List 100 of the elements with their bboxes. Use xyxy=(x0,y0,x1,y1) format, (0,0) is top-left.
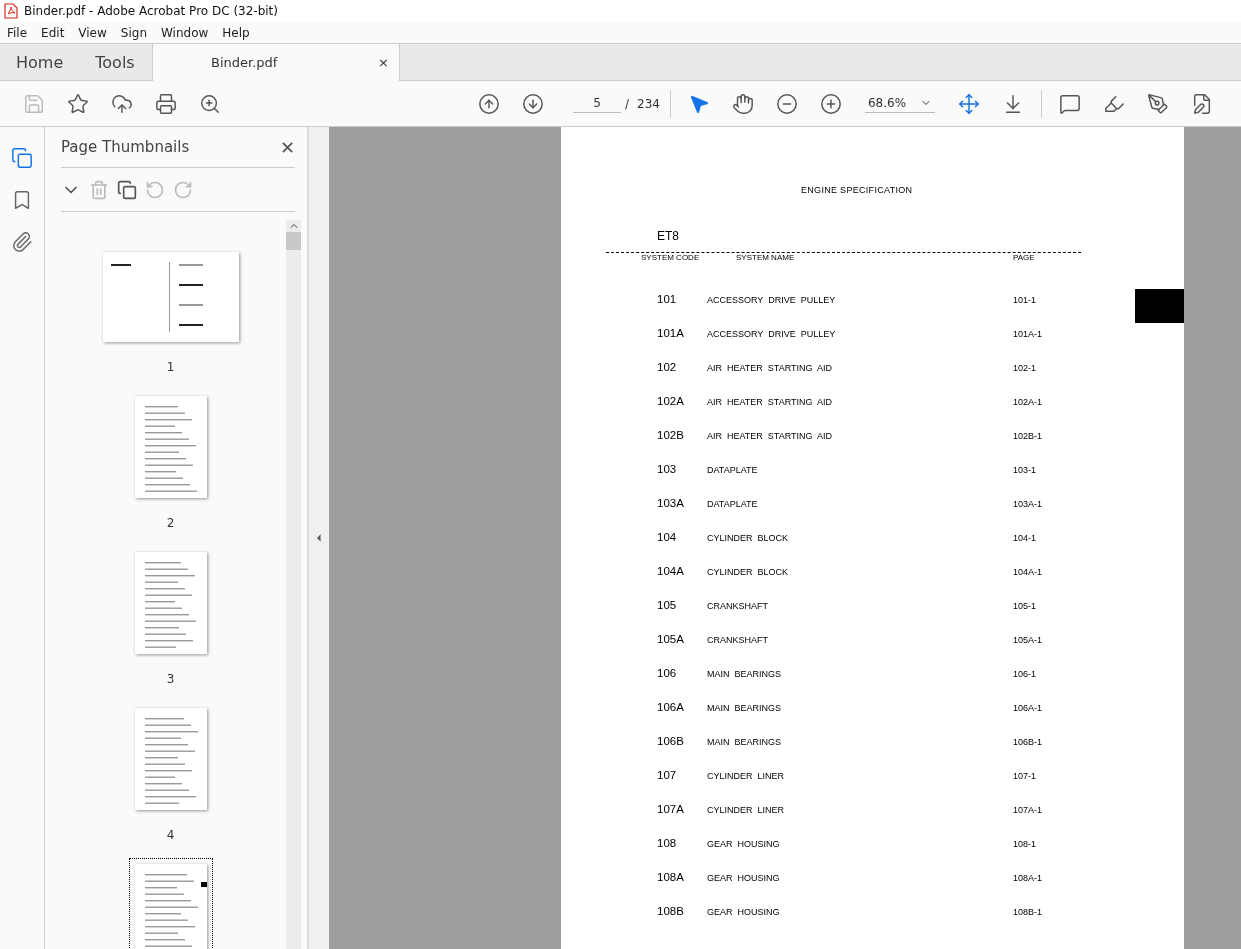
system-name: GEAR HOUSING xyxy=(707,838,781,849)
page-reference: 107A-1 xyxy=(1013,804,1044,815)
star-icon[interactable] xyxy=(67,92,89,115)
menu-item[interactable]: View xyxy=(71,25,114,40)
column-header: SYSTEM NAME xyxy=(736,253,796,262)
menu-item[interactable]: Help xyxy=(215,25,257,40)
system-name: CRANKSHAFT xyxy=(707,634,769,645)
print-icon[interactable] xyxy=(155,92,177,115)
page-reference: 106A-1 xyxy=(1013,702,1044,713)
system-code: 101A xyxy=(657,327,685,339)
zoom-out-icon[interactable] xyxy=(775,92,798,115)
close-tab-button[interactable]: × xyxy=(378,55,389,70)
system-code: 108B xyxy=(657,905,685,917)
search-icon[interactable] xyxy=(199,92,221,115)
page-reference: 105-1 xyxy=(1013,600,1038,611)
page-thumbnail[interactable] xyxy=(102,252,239,342)
system-code: 101 xyxy=(657,293,678,305)
cloud-upload-icon[interactable] xyxy=(111,92,133,115)
page-thumbnail[interactable] xyxy=(134,864,207,949)
scroll-thumb[interactable] xyxy=(286,232,301,250)
page-reference: 101-1 xyxy=(1013,294,1038,305)
system-code: 103 xyxy=(657,463,678,475)
tab-title: Binder.pdf xyxy=(211,55,278,70)
page-label: 3 xyxy=(166,672,175,686)
page-reference: 103A-1 xyxy=(1013,498,1044,509)
menu-item[interactable]: Edit xyxy=(34,25,72,40)
nav-tab[interactable]: Home xyxy=(0,44,80,80)
column-header: PAGE xyxy=(1013,253,1036,262)
system-name: DATAPLATE xyxy=(707,498,759,509)
panel-title: Page Thumbnails xyxy=(61,138,190,156)
page-label: 2 xyxy=(166,516,175,530)
page-reference: 105A-1 xyxy=(1013,634,1044,645)
page-count: 234 xyxy=(636,96,661,111)
system-name: CYLINDER BLOCK xyxy=(707,532,790,543)
nav-tab[interactable]: Tools xyxy=(79,44,151,80)
page-reference: 104-1 xyxy=(1013,532,1038,543)
scrollbar[interactable] xyxy=(286,220,301,949)
system-name: ACCESSORY DRIVE PULLEY xyxy=(707,328,837,339)
zoom-in-icon[interactable] xyxy=(819,92,842,115)
page-thumbnail[interactable] xyxy=(134,708,207,810)
system-name: CYLINDER LINER xyxy=(707,804,786,815)
pen-icon[interactable] xyxy=(1146,92,1169,115)
page-thumbnail[interactable] xyxy=(134,552,207,654)
close-button[interactable]: ✕ xyxy=(279,136,295,158)
hand-icon[interactable] xyxy=(731,92,754,115)
page-heading: ENGINE SPECIFICATION xyxy=(801,185,914,195)
system-name: DATAPLATE xyxy=(707,464,759,475)
system-name: CYLINDER LINER xyxy=(707,770,786,781)
page-reference: 102A-1 xyxy=(1013,396,1044,407)
system-name: CYLINDER BLOCK xyxy=(707,566,790,577)
system-name: AIR HEATER STARTING AID xyxy=(707,396,834,407)
page-reference: 108-1 xyxy=(1013,838,1038,849)
system-code: 102B xyxy=(657,429,685,441)
system-code: 107A xyxy=(657,803,685,815)
page-reference: 106B-1 xyxy=(1013,736,1044,747)
page-reference: 101A-1 xyxy=(1013,328,1044,339)
page-thumbnail[interactable] xyxy=(134,396,207,498)
document-tab[interactable]: Binder.pdf × xyxy=(153,44,400,81)
system-name: MAIN BEARINGS xyxy=(707,736,782,747)
system-code: 108 xyxy=(657,837,678,849)
zoom-dropdown[interactable]: 68.6% xyxy=(864,94,935,113)
system-code: 107 xyxy=(657,769,678,781)
column-header: SYSTEM CODE xyxy=(641,253,701,262)
system-name: ACCESSORY DRIVE PULLEY xyxy=(707,294,837,305)
system-name: MAIN BEARINGS xyxy=(707,702,782,713)
system-code: 103A xyxy=(657,497,685,509)
page-reference: 107-1 xyxy=(1013,770,1038,781)
page-separator: / xyxy=(624,96,631,111)
system-code: 104 xyxy=(657,531,678,543)
system-code: 106B xyxy=(657,735,685,747)
page-reference: 104A-1 xyxy=(1013,566,1044,577)
system-code: 104A xyxy=(657,565,685,577)
fit-page-icon[interactable] xyxy=(957,92,980,115)
system-code: 106A xyxy=(657,701,685,713)
system-name: GEAR HOUSING xyxy=(707,872,781,883)
window-title: Binder.pdf - Adobe Acrobat Pro DC (32-bit) xyxy=(24,4,278,18)
page-label: 4 xyxy=(166,828,175,842)
page-reference: 108B-1 xyxy=(1013,906,1044,917)
system-name: CRANKSHAFT xyxy=(707,600,769,611)
index-marker xyxy=(1135,289,1184,323)
menu-item[interactable]: File xyxy=(0,25,35,40)
arrow-up-icon[interactable] xyxy=(478,92,500,115)
system-name: AIR HEATER STARTING AID xyxy=(707,430,834,441)
system-code: 106 xyxy=(657,667,678,679)
menu-item[interactable]: Window xyxy=(154,25,216,40)
comment-icon[interactable] xyxy=(1058,92,1081,115)
insert-page-icon[interactable] xyxy=(117,179,137,200)
menu-item[interactable]: Sign xyxy=(113,25,154,40)
pages-icon[interactable] xyxy=(11,147,33,169)
page-reference: 106-1 xyxy=(1013,668,1038,679)
paperclip-icon[interactable] xyxy=(11,231,33,253)
page-reference: 103-1 xyxy=(1013,464,1038,475)
arrow-down-icon[interactable] xyxy=(522,92,544,115)
page-reference: 102-1 xyxy=(1013,362,1038,373)
page-label: 1 xyxy=(166,360,175,374)
system-name: GEAR HOUSING xyxy=(707,906,781,917)
system-name: AIR HEATER STARTING AID xyxy=(707,362,834,373)
pdf-icon xyxy=(4,3,18,19)
system-code: 108A xyxy=(657,871,685,883)
page-number-field[interactable]: 5 xyxy=(573,94,621,113)
